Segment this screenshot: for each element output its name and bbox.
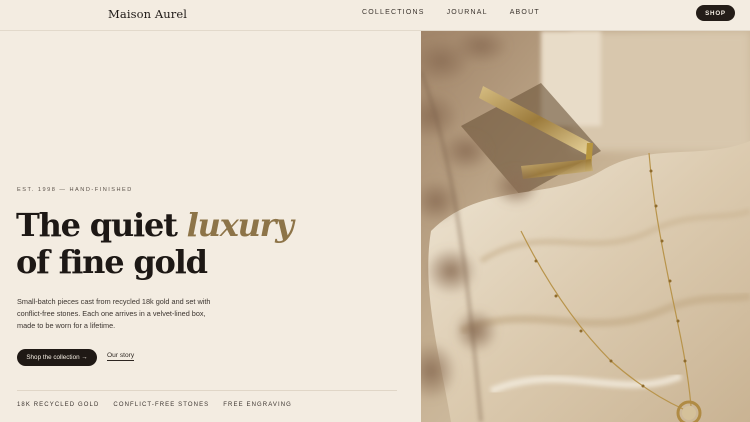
nav-about[interactable]: ABOUT (510, 9, 540, 16)
nav-journal[interactable]: JOURNAL (447, 9, 488, 16)
hero-photo-necklace (421, 31, 750, 422)
headline-line2: of fine gold (16, 243, 208, 281)
feature-item: CONFLICT-FREE STONES (113, 402, 210, 408)
feature-item: 18K RECYCLED GOLD (17, 402, 100, 408)
headline-line1: The quiet (16, 206, 187, 244)
site-header: Maison Aurel COLLECTIONS JOURNAL ABOUT S… (0, 0, 750, 31)
feature-list: 18K RECYCLED GOLD CONFLICT-FREE STONES F… (17, 402, 306, 408)
main-nav: COLLECTIONS JOURNAL ABOUT (362, 9, 562, 16)
shop-button[interactable]: SHOP (696, 5, 735, 21)
hero-description: Small-batch pieces cast from recycled 18… (17, 297, 211, 331)
hero-eyebrow: EST. 1998 — HAND-FINISHED (17, 187, 133, 193)
our-story-link[interactable]: Our story (107, 352, 135, 361)
brand-logo[interactable]: Maison Aurel (108, 7, 187, 21)
features-divider (17, 390, 397, 391)
headline-accent: luxury (186, 206, 294, 244)
shop-collection-button[interactable]: Shop the collection → (17, 349, 97, 366)
nav-collections[interactable]: COLLECTIONS (362, 9, 425, 16)
hero-headline: The quiet luxury of fine gold (16, 206, 294, 281)
feature-item: FREE ENGRAVING (223, 402, 292, 408)
